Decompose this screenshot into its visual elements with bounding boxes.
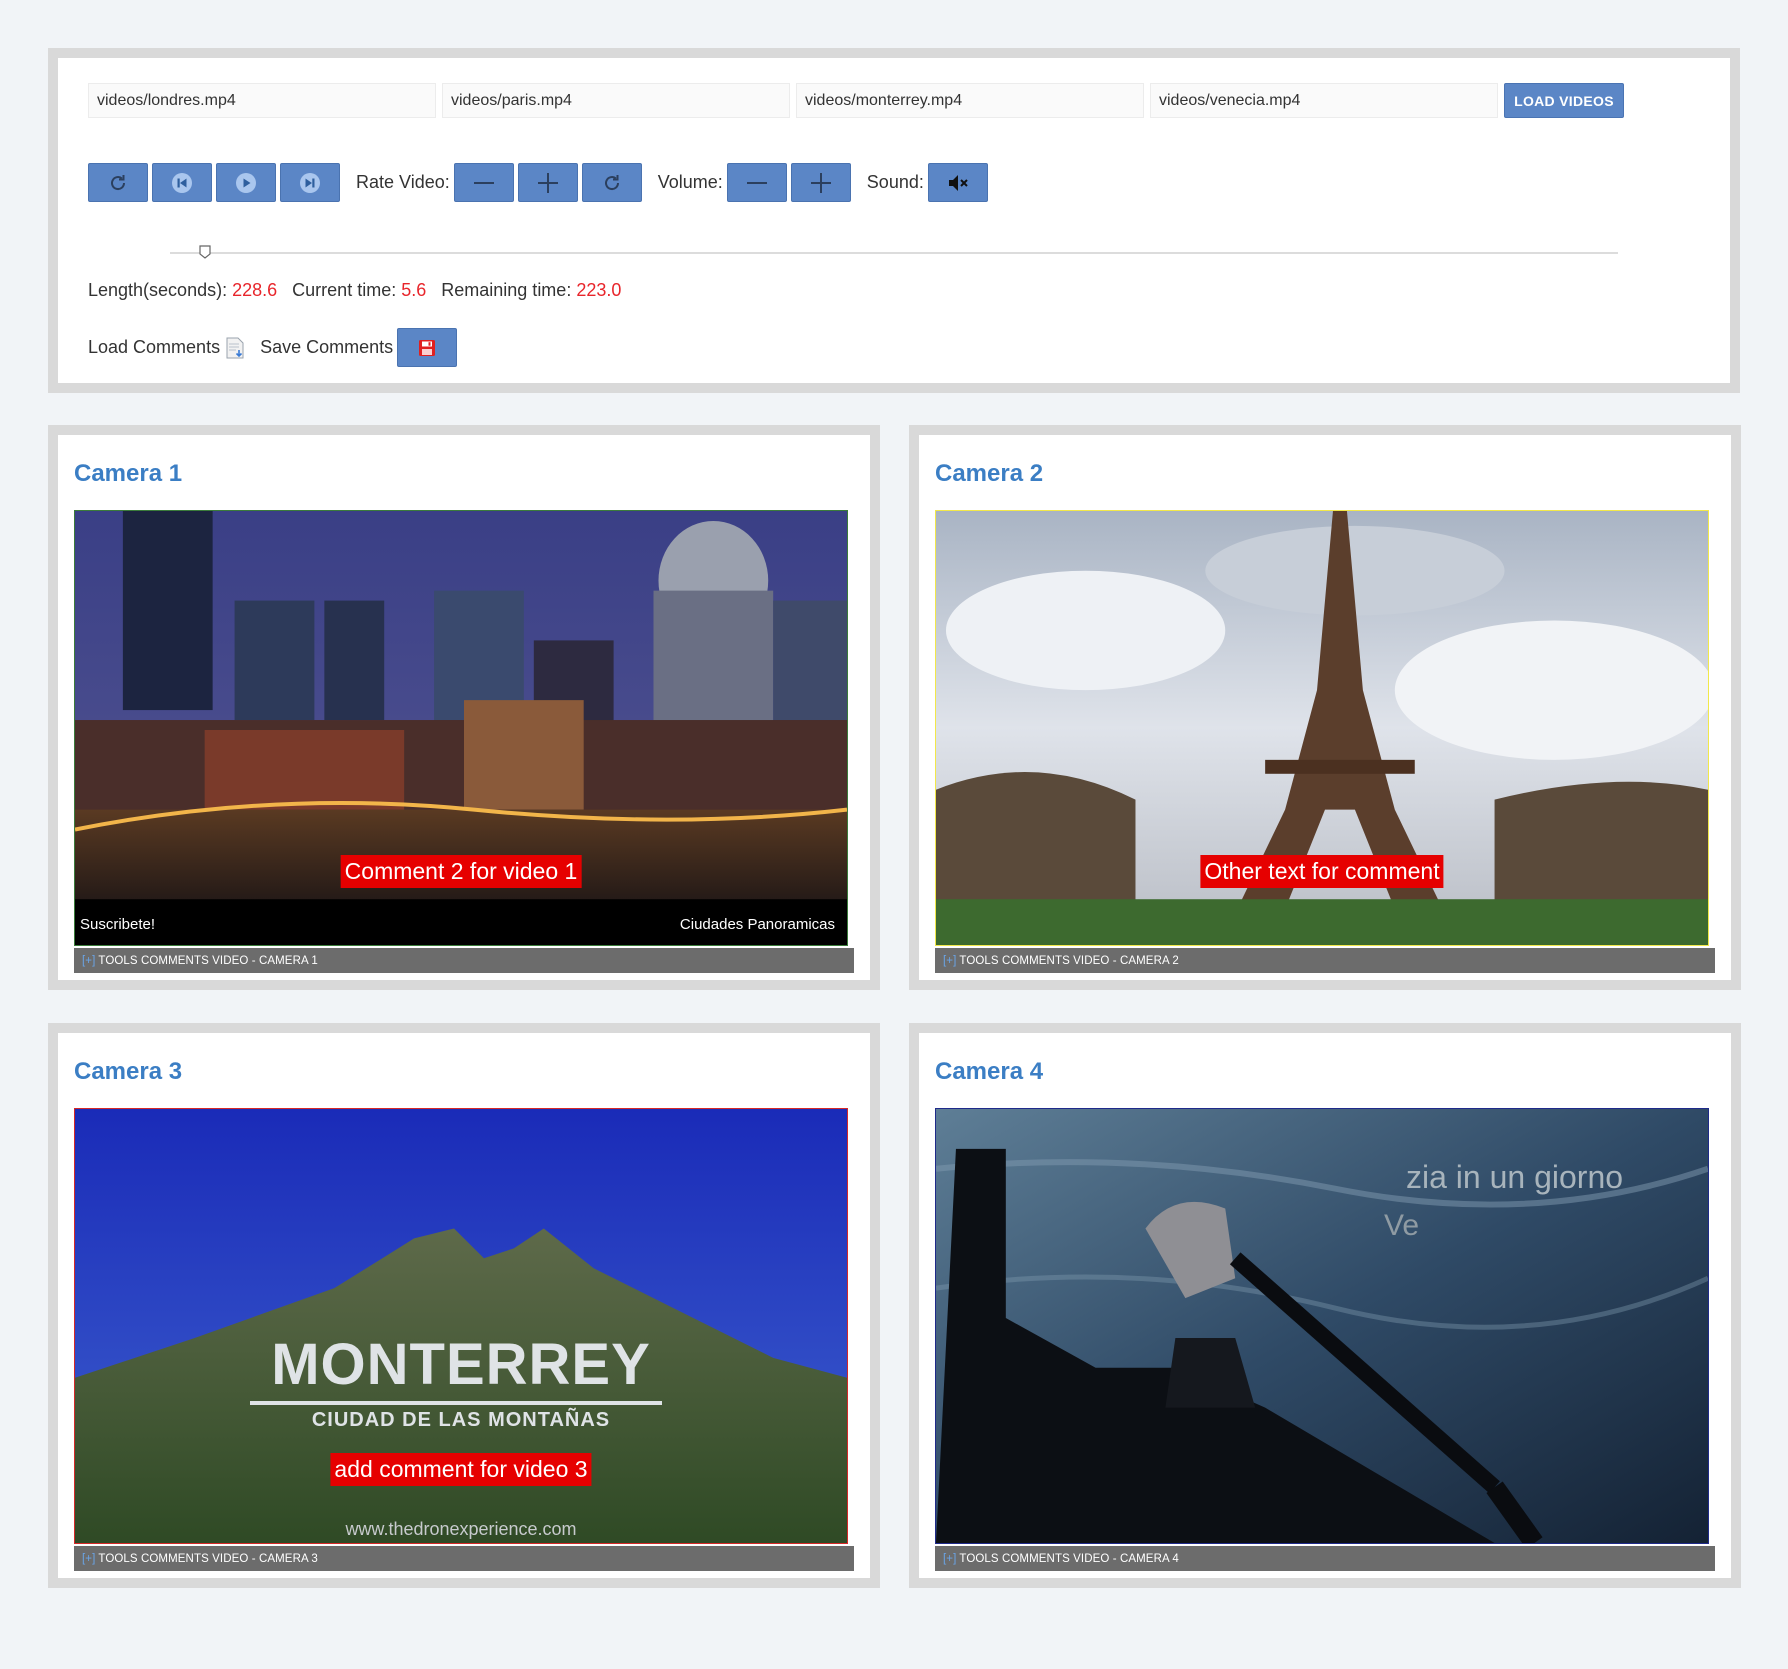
camera-3-video-url: www.thedronexperience.com [345,1519,577,1539]
mute-icon [948,174,968,191]
remaining-time-value: 223.0 [576,280,622,300]
length-value: 228.6 [232,280,278,300]
camera-2-video[interactable]: Other text for comment [935,510,1709,946]
video-path-input-1[interactable] [88,83,436,118]
video-path-input-3[interactable] [796,83,1144,118]
next-button[interactable] [280,163,340,202]
camera-1-title: Camera 1 [74,460,183,487]
current-time-label: Current time: [292,280,397,300]
camera-2-title: Camera 2 [935,460,1044,487]
comments-row: Load Comments Save Comments [88,328,458,367]
playback-controls: Rate Video: Volume: Sound: [88,163,992,202]
camera-3-tools-bar[interactable]: [+] TOOLS COMMENTS VIDEO - CAMERA 3 [74,1546,854,1571]
camera-4-video-text-2: Ve [1384,1209,1420,1242]
camera-3-title-underline [250,1401,662,1405]
progress-slider[interactable] [170,243,1618,263]
mute-toggle-button[interactable] [927,163,988,202]
progress-track [170,252,1618,254]
camera-3-video-subtitle: CIUDAD DE LAS MONTAÑAS [311,1409,611,1431]
camera-1-video[interactable]: Suscribete! Ciudades Panoramicas Comment… [74,510,848,946]
video-path-input-4[interactable] [1150,83,1498,118]
camera-1-tools-label: TOOLS COMMENTS VIDEO - CAMERA 1 [98,954,318,967]
load-comments-label: Load Comments [88,337,221,357]
rate-video-label: Rate Video: [356,172,450,192]
save-comments-label: Save Comments [260,337,394,357]
reload-button[interactable] [88,163,148,202]
remaining-time-label: Remaining time: [441,280,572,300]
camera-3-title: Camera 3 [74,1058,183,1085]
play-button[interactable] [216,163,276,202]
volume-decrease-button[interactable] [726,163,787,202]
video-path-input-2[interactable] [442,83,790,118]
camera-1-caption-right: Ciudades Panoramicas [679,916,835,933]
camera-2-card: Camera 2 Other text for comment [+] TOOL… [909,425,1741,990]
camera-1-comment-overlay[interactable]: Comment 2 for video 1 [340,855,582,888]
camera-3-expand-toggle[interactable]: [+] [82,1553,95,1565]
camera-2-tools-bar[interactable]: [+] TOOLS COMMENTS VIDEO - CAMERA 2 [935,948,1715,973]
camera-1-expand-toggle[interactable]: [+] [82,955,95,967]
rate-decrease-button[interactable] [453,163,514,202]
floppy-disk-icon [419,339,436,356]
camera-1-card: Camera 1 Suscribete! Ciudades Panoramica… [48,425,880,990]
minus-icon [746,181,767,184]
volume-label: Volume: [657,172,723,192]
length-label: Length(seconds): [88,280,228,300]
reset-icon [604,174,619,190]
camera-4-tools-label: TOOLS COMMENTS VIDEO - CAMERA 4 [959,1552,1179,1565]
sound-label: Sound: [866,172,924,192]
control-panel: LOAD VIDEOS [48,48,1740,393]
camera-3-tools-label: TOOLS COMMENTS VIDEO - CAMERA 3 [98,1552,318,1565]
play-icon [236,172,256,193]
load-videos-button[interactable]: LOAD VIDEOS [1504,83,1624,118]
load-comments-file-icon[interactable] [226,337,244,359]
camera-3-comment-overlay[interactable]: add comment for video 3 [330,1453,592,1486]
camera-4-title: Camera 4 [935,1058,1044,1085]
camera-3-card: Camera 3 MONTERREY CIUDAD DE LAS MONTAÑA… [48,1023,880,1588]
previous-icon [172,172,192,193]
camera-3-video[interactable]: MONTERREY CIUDAD DE LAS MONTAÑAS www.the… [74,1108,848,1544]
progress-thumb[interactable] [199,245,212,259]
previous-button[interactable] [152,163,212,202]
camera-1-caption-left: Suscribete! [80,916,156,933]
camera-3-video-title: MONTERREY [271,1332,651,1397]
save-comments-button[interactable] [397,328,458,367]
camera-4-card: Camera 4 zia in un giorno Ve [+] TOOLS C… [909,1023,1741,1588]
camera-4-video-text-1: zia in un giorno [1406,1159,1624,1195]
camera-4-tools-bar[interactable]: [+] TOOLS COMMENTS VIDEO - CAMERA 4 [935,1546,1715,1571]
minus-icon [473,181,494,184]
reload-icon [111,174,126,190]
rate-reset-button[interactable] [581,163,642,202]
camera-4-expand-toggle[interactable]: [+] [943,1553,956,1565]
rate-increase-button[interactable] [517,163,578,202]
next-icon [300,172,320,193]
volume-increase-button[interactable] [790,163,851,202]
plus-icon [810,172,831,193]
camera-1-tools-bar[interactable]: [+] TOOLS COMMENTS VIDEO - CAMERA 1 [74,948,854,973]
file-inputs-row: LOAD VIDEOS [88,83,1624,118]
time-readout: Length(seconds): 228.6 Current time: 5.6… [88,280,631,301]
camera-2-expand-toggle[interactable]: [+] [943,955,956,967]
plus-icon [537,172,558,193]
current-time-value: 5.6 [401,280,427,300]
camera-2-comment-overlay[interactable]: Other text for comment [1200,855,1444,888]
camera-2-tools-label: TOOLS COMMENTS VIDEO - CAMERA 2 [959,954,1179,967]
camera-4-video[interactable]: zia in un giorno Ve [935,1108,1709,1544]
